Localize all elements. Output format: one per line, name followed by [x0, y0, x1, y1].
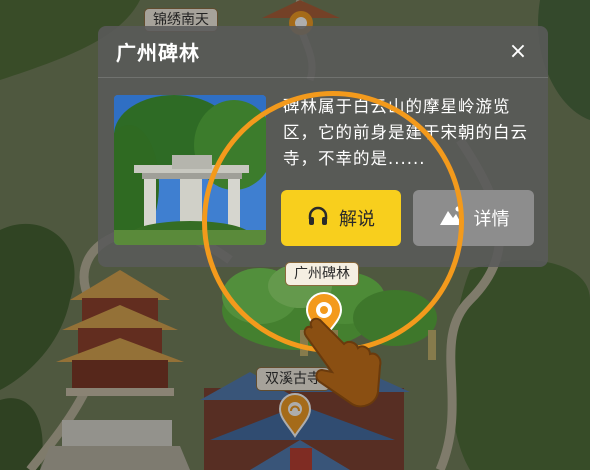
popup-title: 广州碑林: [116, 41, 200, 65]
popup-header: 广州碑林 ×: [98, 26, 548, 78]
detail-button-label: 详情: [473, 209, 510, 230]
pointing-hand-icon: [292, 300, 392, 414]
close-icon: ×: [508, 38, 528, 64]
close-button[interactable]: ×: [506, 40, 530, 64]
map-label-stele[interactable]: 广州碑林: [285, 262, 359, 286]
